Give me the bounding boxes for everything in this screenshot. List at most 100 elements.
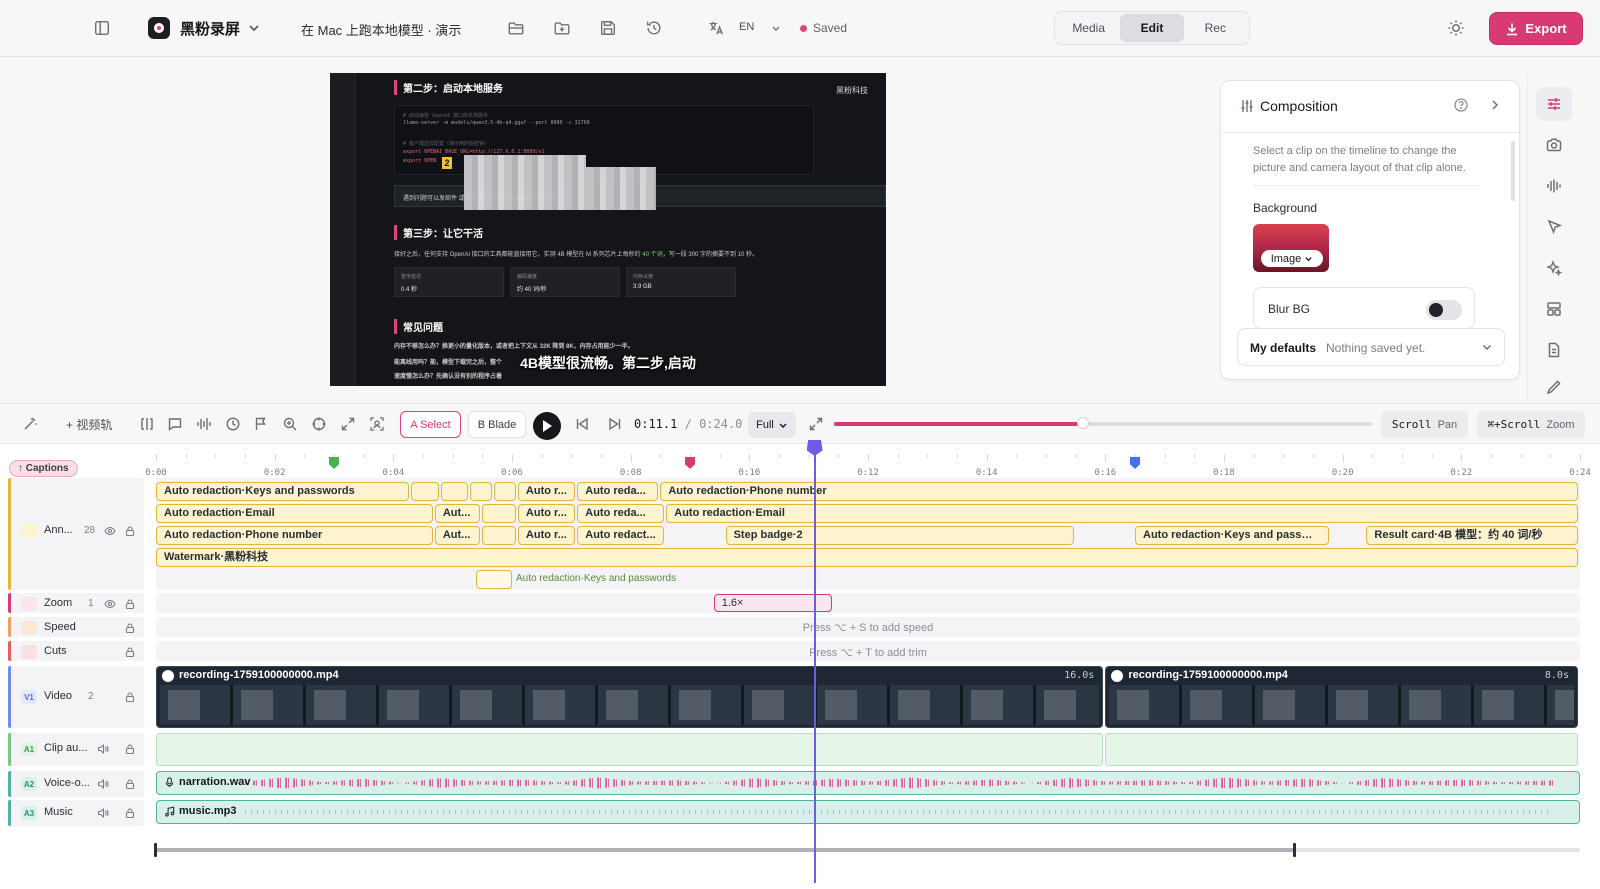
annotation-clip[interactable]: Step badge·2 — [725, 526, 1074, 545]
eye-icon[interactable] — [104, 598, 116, 610]
skip-back-icon[interactable] — [573, 415, 591, 433]
timeline-scrollbar[interactable] — [154, 843, 1580, 857]
select-tool-button[interactable]: A Select — [400, 411, 461, 438]
zoom-select[interactable]: Full — [748, 412, 796, 438]
magic-wand-icon[interactable] — [21, 415, 39, 433]
lock-icon[interactable] — [124, 778, 136, 790]
chevron-down-icon[interactable] — [770, 22, 782, 34]
crosshair-icon[interactable] — [310, 415, 328, 433]
annotation-clip[interactable]: Auto redaction·Email — [156, 504, 433, 523]
speaker-icon[interactable] — [97, 743, 109, 755]
track-header-speed[interactable]: Speed — [8, 617, 144, 637]
speaker-icon[interactable] — [97, 807, 109, 819]
annotation-clip[interactable]: Auto reda... — [577, 482, 659, 501]
help-icon[interactable] — [1453, 97, 1469, 113]
annotation-clip[interactable]: Result card·4B 模型：约 40 词/秒 — [1366, 526, 1578, 545]
annotation-clip[interactable]: Auto redaction·Phone number — [156, 526, 433, 545]
fit-icon[interactable] — [807, 415, 825, 433]
video-clip[interactable]: recording-1759100000000.mp4 8.0s — [1105, 666, 1578, 728]
annotation-clip[interactable]: Auto redaction·Phone number — [660, 482, 1578, 501]
zoom-in-icon[interactable] — [281, 415, 299, 433]
timeline-marker[interactable] — [1130, 457, 1140, 469]
background-thumbnail[interactable]: Image — [1253, 224, 1329, 272]
track-header-zoom[interactable]: Zoom 1 — [8, 593, 144, 613]
annotation-clip[interactable]: Aut... — [434, 504, 481, 523]
expand-icon[interactable] — [339, 415, 357, 433]
video-clip[interactable]: recording-1759100000000.mp4 16.0s — [156, 666, 1104, 728]
sidebar-toggle-icon[interactable] — [91, 17, 113, 39]
eye-icon[interactable] — [104, 525, 116, 537]
play-button[interactable] — [533, 412, 561, 440]
annotation-clip[interactable] — [482, 504, 516, 523]
annotation-clip[interactable] — [470, 482, 493, 501]
music-clip[interactable]: music.mp3 — [156, 800, 1580, 824]
lock-icon[interactable] — [124, 743, 136, 755]
split-view-icon[interactable] — [138, 415, 156, 433]
track-header-cuts[interactable]: Cuts — [8, 641, 144, 661]
annotation-clip[interactable]: Watermark·黑粉科技 — [156, 548, 1578, 567]
lock-icon[interactable] — [124, 598, 136, 610]
captions-toggle[interactable]: ↑ Captions — [9, 460, 78, 477]
lock-icon[interactable] — [124, 807, 136, 819]
chevron-down-icon[interactable] — [247, 19, 261, 37]
track-header-ann[interactable]: Ann... 28 — [8, 478, 144, 590]
comment-icon[interactable] — [166, 415, 184, 433]
language-selector[interactable]: EN — [739, 21, 754, 33]
blur-bg-toggle[interactable] — [1426, 300, 1462, 320]
clip-audio-segment[interactable] — [1105, 733, 1578, 766]
annotation-clip[interactable] — [494, 482, 516, 501]
lock-icon[interactable] — [124, 691, 136, 703]
timeline-marker[interactable] — [685, 457, 695, 469]
audio-waveform-icon[interactable] — [195, 415, 213, 433]
annotation-clip[interactable]: Auto reda... — [577, 504, 665, 523]
my-defaults-dropdown[interactable]: My defaults Nothing saved yet. — [1237, 328, 1505, 366]
annotation-clip[interactable]: Aut... — [434, 526, 481, 545]
annotation-clip[interactable]: Auto redaction·Keys and passwo... — [1135, 526, 1329, 545]
translate-icon[interactable] — [705, 17, 727, 39]
open-folder-icon[interactable] — [505, 17, 527, 39]
annotation-clip[interactable] — [482, 526, 516, 545]
flag-icon[interactable] — [252, 415, 270, 433]
tab-media[interactable]: Media — [1057, 14, 1120, 42]
export-button[interactable]: Export — [1489, 12, 1583, 45]
scrollbar-end-cap[interactable] — [1293, 843, 1297, 857]
annotation-clip[interactable]: Auto r... — [517, 504, 576, 523]
sparkles-icon[interactable] — [1536, 251, 1572, 285]
sun-icon[interactable] — [1446, 18, 1466, 38]
clip-audio-segment[interactable] — [156, 733, 1104, 766]
scrubber-handle[interactable] — [1077, 417, 1090, 429]
app-name[interactable]: 黑粉录屏 — [180, 18, 240, 39]
tab-rec[interactable]: Rec — [1184, 14, 1247, 42]
clock-icon[interactable] — [224, 415, 242, 433]
annotation-clip[interactable]: Auto r... — [517, 526, 576, 545]
tab-edit[interactable]: Edit — [1120, 14, 1184, 42]
annotation-clip[interactable]: Auto redact... — [577, 526, 665, 545]
scrollbar-start-cap[interactable] — [154, 843, 157, 857]
composition-tool-icon[interactable] — [1536, 87, 1572, 121]
chevron-right-icon[interactable] — [1487, 97, 1503, 113]
track-header-a3[interactable]: A3 Music — [8, 800, 144, 826]
panel-scrollbar[interactable] — [1511, 141, 1515, 201]
annotation-clip[interactable] — [476, 570, 512, 589]
lock-icon[interactable] — [124, 622, 136, 634]
layout-icon[interactable] — [1536, 292, 1572, 326]
link-icon[interactable] — [1111, 670, 1124, 682]
track-header-a2[interactable]: A2 Voice-o... — [8, 771, 144, 797]
camera-icon[interactable] — [1536, 128, 1572, 162]
lock-icon[interactable] — [124, 525, 136, 537]
background-type-select[interactable]: Image — [1261, 250, 1323, 267]
annotation-clip[interactable]: Auto r... — [517, 482, 576, 501]
voice-over-clip[interactable]: narration.wav — [156, 771, 1580, 795]
skip-forward-icon[interactable] — [606, 415, 624, 433]
face-frame-icon[interactable] — [368, 415, 386, 433]
timeline-marker[interactable] — [329, 457, 339, 469]
playback-scrubber[interactable] — [834, 417, 1372, 429]
annotation-clip[interactable] — [440, 482, 469, 501]
history-icon[interactable] — [643, 17, 665, 39]
annotation-clip[interactable]: Auto redaction·Email — [666, 504, 1578, 523]
link-icon[interactable] — [162, 670, 174, 682]
add-video-track-button[interactable]: + 视频轨 — [66, 416, 112, 433]
track-header-video[interactable]: V1 Video 2 — [8, 666, 144, 728]
pen-icon[interactable] — [1536, 374, 1572, 400]
annotation-clip[interactable] — [411, 482, 439, 501]
